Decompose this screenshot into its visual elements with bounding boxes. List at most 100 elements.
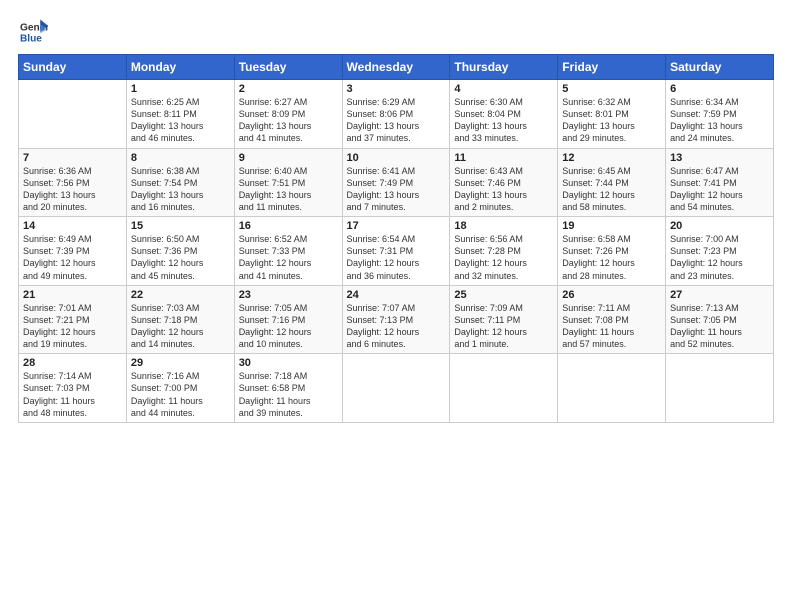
cell-line: and 32 minutes. [454, 271, 518, 281]
day-number-27: 27 [670, 289, 769, 301]
cell-line: Daylight: 12 hours [23, 258, 96, 268]
cell-line: Sunset: 7:18 PM [131, 315, 198, 325]
cell-line: and 23 minutes. [670, 271, 734, 281]
cell-line: Sunset: 7:51 PM [239, 178, 306, 188]
day-cell-18: 18Sunrise: 6:56 AMSunset: 7:28 PMDayligh… [450, 217, 558, 286]
cell-line: Sunset: 7:31 PM [347, 246, 414, 256]
day-cell-4: 4Sunrise: 6:30 AMSunset: 8:04 PMDaylight… [450, 80, 558, 149]
cell-line: Daylight: 13 hours [454, 190, 527, 200]
day-content-14: Sunrise: 6:49 AMSunset: 7:39 PMDaylight:… [23, 233, 122, 282]
cell-line: and 33 minutes. [454, 133, 518, 143]
cell-line: Daylight: 11 hours [562, 327, 634, 337]
day-number-16: 16 [239, 220, 338, 232]
cell-line: Daylight: 12 hours [670, 190, 743, 200]
day-number-23: 23 [239, 289, 338, 301]
day-content-19: Sunrise: 6:58 AMSunset: 7:26 PMDaylight:… [562, 233, 661, 282]
day-number-22: 22 [131, 289, 230, 301]
cell-line: and 24 minutes. [670, 133, 734, 143]
cell-line: Sunrise: 6:56 AM [454, 234, 523, 244]
svg-text:Blue: Blue [20, 33, 42, 44]
day-number-30: 30 [239, 357, 338, 369]
day-cell-23: 23Sunrise: 7:05 AMSunset: 7:16 PMDayligh… [234, 285, 342, 354]
cell-line: and 57 minutes. [562, 339, 626, 349]
week-row-1: 1Sunrise: 6:25 AMSunset: 8:11 PMDaylight… [19, 80, 774, 149]
cell-line: Sunrise: 6:27 AM [239, 97, 308, 107]
cell-line: Daylight: 13 hours [347, 121, 420, 131]
day-content-27: Sunrise: 7:13 AMSunset: 7:05 PMDaylight:… [670, 302, 769, 351]
day-cell-16: 16Sunrise: 6:52 AMSunset: 7:33 PMDayligh… [234, 217, 342, 286]
cell-line: Sunrise: 6:47 AM [670, 166, 739, 176]
day-cell-25: 25Sunrise: 7:09 AMSunset: 7:11 PMDayligh… [450, 285, 558, 354]
cell-line: and 41 minutes. [239, 133, 303, 143]
cell-line: Sunrise: 6:58 AM [562, 234, 631, 244]
cell-line: Sunset: 8:11 PM [131, 109, 197, 119]
day-cell-8: 8Sunrise: 6:38 AMSunset: 7:54 PMDaylight… [126, 148, 234, 217]
cell-line: Sunrise: 6:40 AM [239, 166, 308, 176]
day-content-18: Sunrise: 6:56 AMSunset: 7:28 PMDaylight:… [454, 233, 553, 282]
day-number-7: 7 [23, 152, 122, 164]
cell-line: Sunrise: 7:14 AM [23, 371, 92, 381]
cell-line: Sunrise: 6:29 AM [347, 97, 416, 107]
cell-line: Daylight: 12 hours [562, 190, 635, 200]
cell-line: Sunrise: 6:32 AM [562, 97, 631, 107]
cell-line: and 6 minutes. [347, 339, 406, 349]
cell-line: Sunrise: 6:49 AM [23, 234, 92, 244]
cell-line: and 52 minutes. [670, 339, 734, 349]
cell-line: and 48 minutes. [23, 408, 87, 418]
day-content-21: Sunrise: 7:01 AMSunset: 7:21 PMDaylight:… [23, 302, 122, 351]
cell-line: Daylight: 13 hours [670, 121, 743, 131]
cell-line: Sunset: 7:05 PM [670, 315, 737, 325]
week-row-3: 14Sunrise: 6:49 AMSunset: 7:39 PMDayligh… [19, 217, 774, 286]
cell-line: Daylight: 12 hours [454, 327, 527, 337]
day-cell-22: 22Sunrise: 7:03 AMSunset: 7:18 PMDayligh… [126, 285, 234, 354]
day-number-18: 18 [454, 220, 553, 232]
cell-line: Daylight: 13 hours [23, 190, 96, 200]
day-content-10: Sunrise: 6:41 AMSunset: 7:49 PMDaylight:… [347, 165, 446, 214]
logo-icon: General Blue [20, 18, 48, 46]
day-cell-30: 30Sunrise: 7:18 AMSunset: 6:58 PMDayligh… [234, 354, 342, 423]
day-cell-29: 29Sunrise: 7:16 AMSunset: 7:00 PMDayligh… [126, 354, 234, 423]
weekday-header-saturday: Saturday [666, 55, 774, 80]
cell-line: Daylight: 13 hours [239, 121, 312, 131]
week-row-5: 28Sunrise: 7:14 AMSunset: 7:03 PMDayligh… [19, 354, 774, 423]
day-number-21: 21 [23, 289, 122, 301]
cell-line: and 46 minutes. [131, 133, 195, 143]
day-number-15: 15 [131, 220, 230, 232]
cell-line: Daylight: 13 hours [131, 121, 204, 131]
cell-line: Sunrise: 6:38 AM [131, 166, 200, 176]
day-cell-1: 1Sunrise: 6:25 AMSunset: 8:11 PMDaylight… [126, 80, 234, 149]
day-number-14: 14 [23, 220, 122, 232]
cell-line: Sunset: 7:13 PM [347, 315, 414, 325]
day-content-29: Sunrise: 7:16 AMSunset: 7:00 PMDaylight:… [131, 370, 230, 419]
cell-line: Daylight: 12 hours [670, 258, 743, 268]
cell-line: Sunset: 8:04 PM [454, 109, 521, 119]
weekday-header-tuesday: Tuesday [234, 55, 342, 80]
cell-line: Sunrise: 6:25 AM [131, 97, 200, 107]
cell-line: Sunset: 7:56 PM [23, 178, 90, 188]
weekday-header-friday: Friday [558, 55, 666, 80]
day-number-19: 19 [562, 220, 661, 232]
day-content-12: Sunrise: 6:45 AMSunset: 7:44 PMDaylight:… [562, 165, 661, 214]
cell-line: Daylight: 12 hours [239, 258, 312, 268]
day-content-3: Sunrise: 6:29 AMSunset: 8:06 PMDaylight:… [347, 96, 446, 145]
cell-line: Sunset: 7:08 PM [562, 315, 629, 325]
cell-line: Sunset: 7:03 PM [23, 383, 90, 393]
cell-line: and 44 minutes. [131, 408, 195, 418]
day-content-28: Sunrise: 7:14 AMSunset: 7:03 PMDaylight:… [23, 370, 122, 419]
cell-line: Sunrise: 6:50 AM [131, 234, 200, 244]
cell-line: and 36 minutes. [347, 271, 411, 281]
day-number-10: 10 [347, 152, 446, 164]
day-content-2: Sunrise: 6:27 AMSunset: 8:09 PMDaylight:… [239, 96, 338, 145]
cell-line: Daylight: 12 hours [239, 327, 312, 337]
cell-line: and 45 minutes. [131, 271, 195, 281]
cell-line: Sunset: 7:00 PM [131, 383, 198, 393]
weekday-header-sunday: Sunday [19, 55, 127, 80]
cell-line: Sunrise: 6:34 AM [670, 97, 739, 107]
calendar-page: General Blue SundayMondayTuesdayWednesda… [0, 0, 792, 612]
day-cell-28: 28Sunrise: 7:14 AMSunset: 7:03 PMDayligh… [19, 354, 127, 423]
cell-line: Sunset: 7:23 PM [670, 246, 737, 256]
day-number-13: 13 [670, 152, 769, 164]
day-cell-2: 2Sunrise: 6:27 AMSunset: 8:09 PMDaylight… [234, 80, 342, 149]
cell-line: Daylight: 12 hours [454, 258, 527, 268]
weekday-header-wednesday: Wednesday [342, 55, 450, 80]
